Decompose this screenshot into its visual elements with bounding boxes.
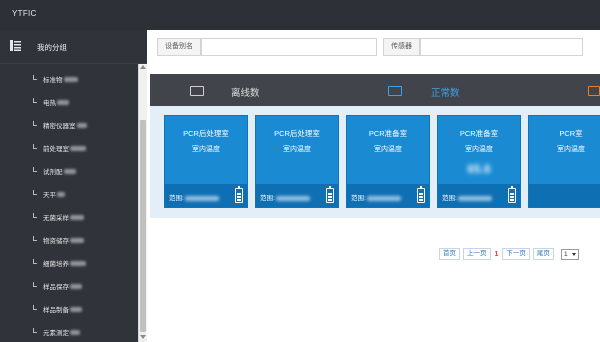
tree-item-9[interactable]: 样品保存 <box>33 279 82 293</box>
card-title: PCR后处理室 <box>274 129 320 138</box>
sensor-card[interactable]: PCR后处理室 室内温度 范围: <box>255 115 339 208</box>
grouped-list-icon <box>10 40 21 51</box>
offline-count-label[interactable]: 离线数 <box>231 85 260 99</box>
tree-item-4[interactable]: 试剂配 <box>33 164 76 178</box>
card-footer <box>529 184 600 207</box>
battery-icon <box>508 186 516 203</box>
battery-icon <box>235 186 243 203</box>
tree-item-2[interactable]: 精密仪器室 <box>33 118 87 132</box>
sensor-input[interactable] <box>420 38 583 56</box>
card-subtitle: 室内温度 <box>283 146 311 153</box>
card-range: 范围: <box>260 192 310 202</box>
tree-item-label: 精密仪器室 <box>43 123 76 130</box>
page-select-value: 1 <box>564 251 568 258</box>
tree-item-label: 物资储存 <box>43 238 69 245</box>
tree-elbow-icon <box>33 190 37 195</box>
tree-elbow-icon <box>33 328 37 333</box>
pagination: 首页 上一页 1 下一页 尾页 <box>439 248 557 260</box>
status-bar: 离线数 正常数 <box>150 74 600 106</box>
alert-monitor-icon <box>588 86 600 96</box>
card-range: 范围: <box>351 192 401 202</box>
current-page: 1 <box>494 250 499 258</box>
tree-elbow-icon <box>33 121 37 126</box>
sensor-label: 传感器 <box>383 38 420 56</box>
sidebar: 我的分组 标准物 电热 精密仪器室 前处理室 试剂配 天平 无菌采样 物资储存 … <box>0 30 147 342</box>
tree-item-7[interactable]: 物资储存 <box>33 233 84 247</box>
card-footer: 范围: <box>438 184 520 207</box>
sidebar-header[interactable]: 我的分组 <box>0 30 147 64</box>
scroll-up-arrow-icon[interactable] <box>140 65 146 69</box>
tree-item-10[interactable]: 样品制备 <box>33 302 82 316</box>
scroll-down-arrow-icon[interactable] <box>140 335 146 339</box>
tree-item-0[interactable]: 标准物 <box>33 72 78 86</box>
tree-item-8[interactable]: 细菌培养 <box>33 256 86 270</box>
last-page-button[interactable]: 尾页 <box>532 248 554 260</box>
tree-elbow-icon <box>33 259 37 264</box>
tree-item-label: 无菌采样 <box>43 215 69 222</box>
normal-monitor-icon <box>388 86 402 96</box>
group-tree: 标准物 电热 精密仪器室 前处理室 试剂配 天平 无菌采样 物资储存 细菌培养 … <box>0 66 138 342</box>
page-select[interactable]: 1 <box>561 249 579 260</box>
card-title: PCR准备室 <box>459 129 499 138</box>
tree-item-label: 电热 <box>43 100 56 107</box>
card-title: PCR室 <box>559 129 583 138</box>
card-footer: 范围: <box>165 184 247 207</box>
tree-item-label: 试剂配 <box>43 169 63 176</box>
offline-monitor-icon <box>190 86 204 96</box>
sensor-cards-area: PCR后处理室 室内温度 范围: PCR后处理室 室内温度 范围: PCR准备室… <box>150 106 600 218</box>
tree-elbow-icon <box>33 213 37 218</box>
card-range: 范围: <box>169 192 219 202</box>
tree-item-label: 元素测定 <box>43 330 69 337</box>
tree-item-label: 样品制备 <box>43 307 69 314</box>
battery-icon <box>326 186 334 203</box>
tree-item-label: 样品保存 <box>43 284 69 291</box>
normal-count-label[interactable]: 正常数 <box>431 85 460 99</box>
sidebar-title: 我的分组 <box>37 43 67 52</box>
chevron-down-icon <box>572 253 576 256</box>
sensor-card[interactable]: PCR准备室 室内温度 65.6 范围: <box>437 115 521 208</box>
scroll-thumb[interactable] <box>140 120 146 332</box>
sensor-card[interactable]: PCR准备室 室内温度 范围: <box>346 115 430 208</box>
tree-item-11[interactable]: 元素测定 <box>33 325 80 339</box>
tree-item-label: 标准物 <box>43 77 63 84</box>
app-title: YTFIC <box>12 9 37 18</box>
tree-item-5[interactable]: 天平 <box>33 187 65 201</box>
card-subtitle: 室内温度 <box>192 146 220 153</box>
sidebar-scrollbar[interactable] <box>138 64 147 342</box>
card-subtitle: 室内温度 <box>557 146 585 153</box>
tree-elbow-icon <box>33 282 37 287</box>
card-subtitle: 室内温度 <box>374 146 402 153</box>
tree-elbow-icon <box>33 75 37 80</box>
card-subtitle: 室内温度 <box>465 146 493 153</box>
tree-elbow-icon <box>33 305 37 310</box>
next-page-button[interactable]: 下一页 <box>502 248 530 260</box>
tree-item-3[interactable]: 前处理室 <box>33 141 86 155</box>
card-title: PCR后处理室 <box>183 129 229 138</box>
filter-bar: 设备别名 传感器 <box>147 30 600 66</box>
tree-elbow-icon <box>33 98 37 103</box>
first-page-button[interactable]: 首页 <box>439 248 460 260</box>
top-bar: YTFIC <box>0 0 600 30</box>
sensor-card[interactable]: PCR后处理室 室内温度 范围: <box>164 115 248 208</box>
card-value: 65.6 <box>467 162 491 176</box>
tree-item-label: 天平 <box>43 192 56 199</box>
card-title: PCR准备室 <box>368 129 408 138</box>
card-range: 范围: <box>442 192 492 202</box>
tree-elbow-icon <box>33 167 37 172</box>
tree-item-6[interactable]: 无菌采样 <box>33 210 84 224</box>
sensor-card[interactable]: PCR室 室内温度 <box>528 115 600 208</box>
device-alias-input[interactable] <box>201 38 377 56</box>
tree-item-label: 细菌培养 <box>43 261 69 268</box>
device-alias-label: 设备别名 <box>157 38 201 56</box>
card-footer: 范围: <box>347 184 429 207</box>
tree-item-label: 前处理室 <box>43 146 69 153</box>
tree-item-1[interactable]: 电热 <box>33 95 69 109</box>
tree-elbow-icon <box>33 144 37 149</box>
card-footer: 范围: <box>256 184 338 207</box>
prev-page-button[interactable]: 上一页 <box>463 248 491 260</box>
battery-icon <box>417 186 425 203</box>
main-content: 设备别名 传感器 离线数 正常数 PCR后处理室 室内温度 范围: PCR后处理… <box>147 30 600 342</box>
tree-elbow-icon <box>33 236 37 241</box>
